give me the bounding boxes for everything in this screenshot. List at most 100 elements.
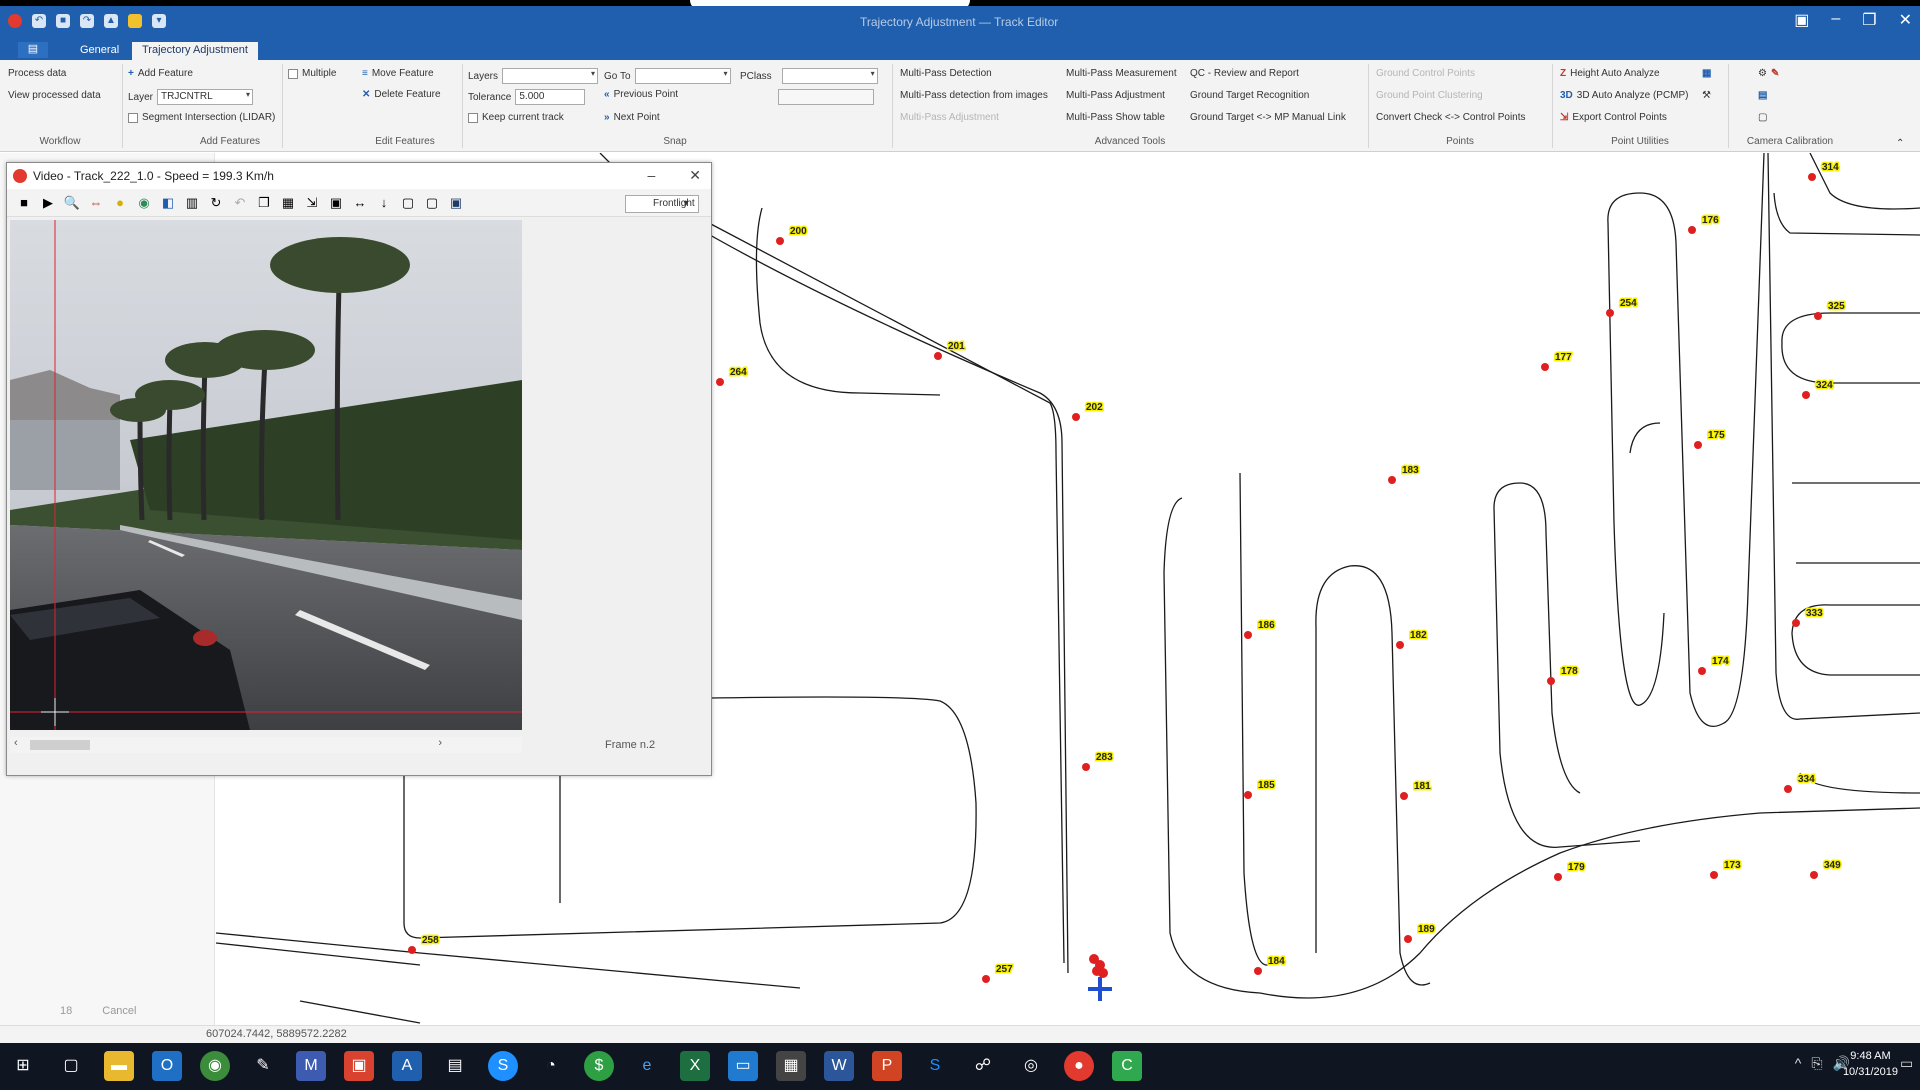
camera-cal-button-3[interactable]: ▢ [1758, 112, 1767, 123]
video-window[interactable]: Video - Track_222_1.0 - Speed = 199.3 Km… [6, 162, 712, 776]
redo-icon[interactable]: ↷ [80, 14, 94, 28]
map-point[interactable] [1547, 677, 1555, 685]
stop-icon[interactable]: ■ [15, 195, 33, 210]
video-minimize-button[interactable]: – [647, 167, 655, 184]
rotate-icon[interactable]: ↻ [207, 195, 225, 211]
control-disabled2-button[interactable]: Ground Point Clustering [1376, 90, 1483, 101]
segment-intersect-checkbox[interactable]: Segment Intersection (LIDAR) [128, 112, 275, 123]
light-icon[interactable]: ● [111, 195, 129, 210]
maple-icon[interactable]: M [296, 1051, 326, 1081]
record-icon[interactable]: ● [1064, 1051, 1094, 1081]
money-icon[interactable]: $ [584, 1051, 614, 1081]
restore-button[interactable]: ❐ [1862, 10, 1876, 30]
chrome-icon[interactable]: ◉ [200, 1051, 230, 1081]
doc2-icon[interactable]: ▢ [423, 195, 441, 211]
map-point[interactable] [1072, 413, 1080, 421]
layer-select[interactable]: TRJCNTRL ▾ [157, 89, 254, 105]
skype-icon[interactable]: S [488, 1051, 518, 1081]
next-point-button[interactable]: » Next Point [604, 112, 660, 123]
map-point[interactable] [982, 975, 990, 983]
outlook-icon[interactable]: O [152, 1051, 182, 1081]
table-icon-button[interactable]: ▦ [1702, 68, 1711, 79]
map-point[interactable] [1400, 792, 1408, 800]
start-icon[interactable]: ⊞ [8, 1051, 38, 1081]
app-a-icon[interactable]: A [392, 1051, 422, 1081]
tab-trajectory-adjustment[interactable]: Trajectory Adjustment [132, 42, 258, 60]
mp-detection-button[interactable]: Multi-Pass Detection [900, 68, 992, 79]
map-point[interactable] [1792, 619, 1800, 627]
previous-point-button[interactable]: «Previous Point [604, 89, 678, 100]
task-view-icon[interactable]: ▢ [56, 1051, 86, 1081]
mp-disabled-button[interactable]: Multi-Pass Adjustment [900, 112, 999, 123]
map-point[interactable] [1710, 871, 1718, 879]
chart-icon[interactable]: ▥ [183, 195, 201, 211]
map-point[interactable] [1808, 173, 1816, 181]
map-point[interactable] [1082, 763, 1090, 771]
video-close-button[interactable]: ✕ [689, 167, 701, 184]
ribbon-collapse-button[interactable]: ⌃ [1896, 138, 1904, 149]
pin-icon[interactable]: ▲ [104, 14, 118, 28]
excel-icon[interactable]: X [680, 1051, 710, 1081]
camera-select[interactable]: Frontlight ▾ [625, 195, 699, 213]
map-point[interactable] [1388, 476, 1396, 484]
app-red-icon[interactable]: ▣ [344, 1051, 374, 1081]
pin-icon[interactable]: ↓ [375, 195, 393, 210]
map-point[interactable] [1814, 312, 1822, 320]
doc-icon[interactable]: ▢ [399, 195, 417, 211]
file-explorer-icon[interactable]: ▬ [104, 1051, 134, 1081]
ground-target-mp-button[interactable]: Ground Target <-> MP Manual Link [1190, 112, 1346, 123]
word-icon[interactable]: W [824, 1051, 854, 1081]
map-point[interactable] [1541, 363, 1549, 371]
keep-track-checkbox[interactable]: Keep current track [468, 112, 564, 123]
file-menu-button[interactable]: ▤ [18, 42, 48, 58]
ground-target-button[interactable]: Ground Target Recognition [1190, 90, 1309, 101]
sticky-icon[interactable]: ▤ [440, 1051, 470, 1081]
video-frame[interactable] [10, 220, 522, 730]
save-icon[interactable]: ▣ [327, 195, 345, 211]
play-icon[interactable]: ▶ [39, 195, 57, 211]
map-point[interactable] [408, 946, 416, 954]
tools-icon-button[interactable]: ⚒ [1702, 90, 1711, 101]
chevron-left-icon[interactable]: ‹ [14, 737, 18, 749]
copy-icon[interactable]: ❐ [255, 195, 273, 211]
map-point[interactable] [1784, 785, 1792, 793]
map-point[interactable] [1244, 791, 1252, 799]
undo-icon[interactable]: ↶ [32, 14, 46, 28]
view-processed-button[interactable]: View processed data [8, 90, 101, 101]
control-disabled1-button[interactable]: Ground Control Points [1376, 68, 1475, 79]
chevron-right-icon[interactable]: › [438, 737, 442, 749]
clock[interactable]: 9:48 AM 10/31/2019 [1843, 1048, 1898, 1080]
map-point[interactable] [1554, 873, 1562, 881]
folder-icon[interactable] [128, 14, 142, 28]
mp-show-button[interactable]: Multi-Pass Show table [1066, 112, 1165, 123]
customize-icon[interactable]: ▾ [152, 14, 166, 28]
disk-icon[interactable]: ▣ [447, 195, 465, 211]
video-title-bar[interactable]: Video - Track_222_1.0 - Speed = 199.3 Km… [7, 163, 711, 189]
mp-adjustment-button[interactable]: Multi-Pass Adjustment [1066, 90, 1165, 101]
map-point[interactable] [1396, 641, 1404, 649]
left-pane-cancel[interactable]: Cancel [102, 1005, 136, 1017]
multiple-checkbox[interactable]: Multiple [288, 68, 336, 79]
map-point[interactable] [1404, 935, 1412, 943]
skype-business-icon[interactable]: S [920, 1051, 950, 1081]
network-tray-icon[interactable]: ⎘ [1811, 1055, 1822, 1072]
map-point[interactable] [1254, 967, 1262, 975]
map-point[interactable] [1244, 631, 1252, 639]
pclass-input[interactable] [778, 89, 874, 105]
camera-cal-button-2[interactable]: ▤ [1758, 90, 1767, 101]
map-point[interactable] [1098, 968, 1108, 978]
link-icon[interactable]: ↔ [351, 195, 369, 210]
map-point[interactable] [1694, 441, 1702, 449]
undo-icon[interactable]: ↶ [231, 195, 249, 211]
ribbon-display-icon[interactable]: ▣ [1794, 10, 1809, 30]
mp-measurement-button[interactable]: Multi-Pass Measurement [1066, 68, 1177, 79]
tab-general[interactable]: General [70, 42, 129, 60]
video-scrollbar[interactable]: ‹ › [10, 737, 522, 753]
app-icon[interactable] [8, 14, 22, 28]
goto-select[interactable]: ▾ [634, 68, 731, 84]
notification-icon[interactable]: ▭ [1900, 1055, 1920, 1072]
convert-check-button[interactable]: Convert Check <-> Control Points [1376, 112, 1526, 123]
mp-detection-images-button[interactable]: Multi-Pass detection from images [900, 90, 1048, 101]
globe-icon[interactable]: ◉ [135, 195, 153, 211]
process-data-button[interactable]: Process data [8, 68, 66, 79]
